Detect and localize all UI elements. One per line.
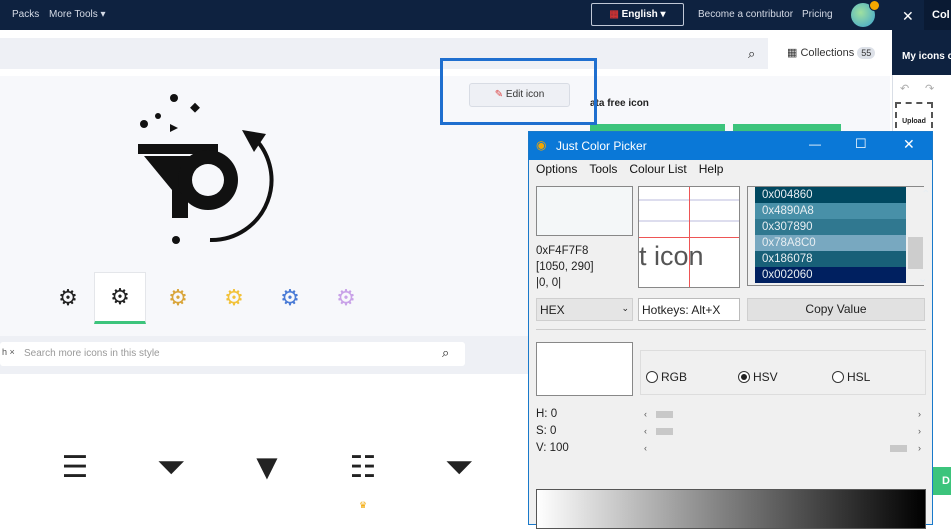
nav-more-tools[interactable]: More Tools ▾ [49,9,106,20]
colour-list-item[interactable]: 0x307890 [755,219,906,235]
color-info: 0xF4F7F8 [1050, 290] |0, 0| [536,243,594,291]
nav-contributor[interactable]: Become a contributor [698,9,793,20]
funnel-outline-icon-2[interactable]: ⏷ [434,442,484,492]
v-slider[interactable]: ‹ › [640,443,925,454]
hsl-label: HSL [847,370,871,384]
hotkeys-text: Hotkeys: Alt+X [642,303,721,317]
search-icon[interactable]: ⌕ [442,345,449,361]
minimize-icon[interactable]: — [809,137,821,151]
right-panel-header: ✕ Col My icons c [892,0,951,75]
download-label: D [942,475,950,487]
highlight-box [440,58,597,125]
top-nav: Packs More Tools ▾ Become a contributor … [0,0,892,30]
cursor-coords: [1050, 290] [536,261,594,273]
premium-crown-icon: ♛ [359,500,368,510]
colour-list[interactable]: 0x004860 0x4890A8 0x307890 0x78A8C0 0x186078… [747,186,931,286]
language-label: English [621,9,658,20]
hsv-label: HSV [753,370,778,384]
scroll-down-icon[interactable]: ⌄ [911,271,928,287]
copy-value-button[interactable]: Copy Value [747,298,925,321]
undo-icon[interactable]: ↶ [900,82,909,95]
sliders-icon[interactable]: ☷ [338,442,388,492]
crown-badge-icon [869,0,880,11]
magnified-text: t icon [639,241,704,271]
rgb-label: RGB [661,370,688,384]
icon-title: ata free icon [590,98,649,109]
format-value: HEX [540,303,565,317]
h-slider[interactable]: ‹ › [640,409,925,420]
collections-count: 55 [857,47,876,59]
format-select[interactable]: HEX ⌄ [536,298,633,321]
menu-help[interactable]: Help [699,162,724,176]
style-search-placeholder: Search more icons in this style [24,348,160,359]
v-label: V: 100 [536,442,569,454]
scroll-up-icon[interactable]: ⌃ [914,187,931,203]
hotkeys-field[interactable]: Hotkeys: Alt+X [638,298,740,321]
funnel-outline-icon[interactable]: ⏷ [146,442,196,492]
h-label: H: 0 [536,408,558,420]
radio-rgb[interactable]: RGB [646,370,687,384]
bitcoin-funnel-icon[interactable]: ▼ [242,442,292,492]
close-icon[interactable]: ✕ [903,136,915,153]
s-label: S: 0 [536,425,557,437]
chameleon-icon: ◉ [536,138,547,152]
magnifier: t icon [638,186,740,288]
mode-group: RGB HSV HSL [640,350,926,395]
grid-icon: ▦ [787,47,798,59]
preview-swatch [536,342,633,396]
window-title: Just Color Picker [556,139,647,153]
upload-label: Upload [902,118,926,125]
flag-icon: ▦ [609,9,619,20]
color-picker-window: ◉ Just Color Picker — ☐ ✕ Options Tools Co… [528,131,933,529]
radio-hsl[interactable]: HSL [832,370,870,384]
colour-list-item[interactable]: 0x186078 [755,251,906,267]
style-lineal[interactable]: ⚙ [42,272,94,324]
close-icon[interactable]: ✕ [902,8,914,25]
colour-list-item[interactable]: 0x004860 [755,187,906,203]
collections-button[interactable]: ▦ Collections 55 [787,46,876,59]
style-gradient[interactable]: ⚙ [264,272,316,324]
nav-packs[interactable]: Packs [12,9,39,20]
color-picker-titlebar[interactable]: ◉ Just Color Picker — ☐ ✕ [529,132,932,160]
style-lineal-gradient[interactable]: ⚙ [320,272,372,324]
hex-value: 0xF4F7F8 [536,245,589,257]
menu-bar: Options Tools Colour List Help [536,162,735,176]
maximize-icon[interactable]: ☐ [855,136,867,152]
search-tag: h [2,347,8,357]
panel-title: Col [932,9,950,21]
style-lineal-color[interactable]: ⚙ [152,272,204,324]
current-color-swatch [536,186,633,236]
menu-colour-list[interactable]: Colour List [629,162,686,176]
nav-pricing[interactable]: Pricing [802,9,833,20]
menu-options[interactable]: Options [536,162,577,176]
my-icons-tab[interactable]: My icons c [902,51,951,62]
funnel-gear-icon [138,94,274,244]
radio-hsv[interactable]: HSV [738,370,778,384]
colour-list-item[interactable]: 0x78A8C0 [755,235,906,251]
style-search-input[interactable]: h × Search more icons in this style ⌕ [0,342,465,366]
s-slider[interactable]: ‹ › [640,426,925,437]
more-tools-label: More Tools [49,9,98,20]
gradient-bar[interactable] [536,489,926,529]
style-flat[interactable]: ⚙ [208,272,260,324]
menu-tools[interactable]: Tools [589,162,617,176]
redo-icon[interactable]: ↷ [925,82,934,95]
collections-label: Collections [800,47,855,59]
language-select[interactable]: ▦ English ▾ [591,3,684,26]
colour-list-item[interactable]: 0x4890A8 [755,203,906,219]
download-button[interactable]: D [932,467,951,495]
filter-icon[interactable]: ☰ [50,442,100,492]
copy-label: Copy Value [805,302,867,316]
search-icon[interactable]: ⌕ [748,46,755,62]
search-bar[interactable]: ⌕ [0,38,768,69]
style-glyph[interactable]: ⚙ [94,272,146,324]
colour-list-item[interactable]: 0x002060 [755,267,906,283]
list-scrollbar[interactable]: ⌃ ⌄ [907,187,931,285]
offset-value: |0, 0| [536,277,562,289]
